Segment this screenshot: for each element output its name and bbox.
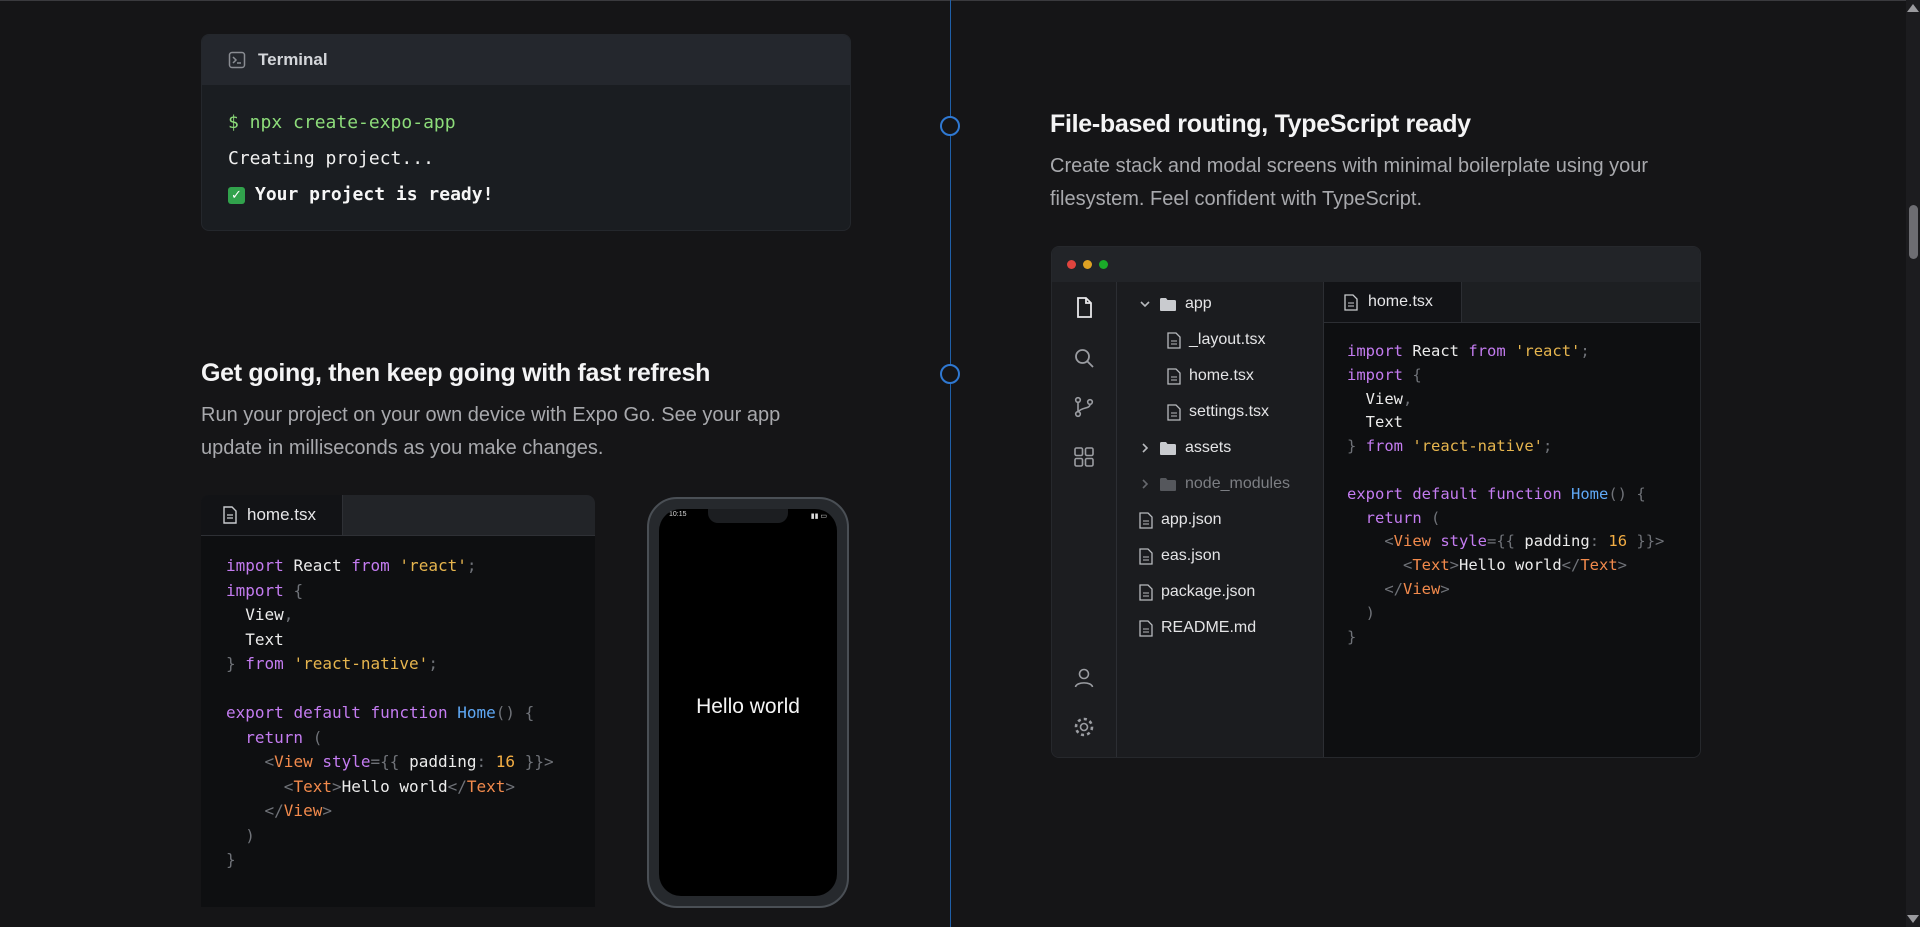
timeline-node [940,116,960,136]
section-description: Create stack and modal screens with mini… [1050,155,1649,210]
file-home[interactable]: home.tsx [1167,367,1254,385]
editor-tabbar: home.tsx [1324,282,1700,323]
file-icon [1139,619,1153,637]
ide-window: app _layout.tsx home.tsx settings.tsx as… [1051,246,1701,758]
folder-node-modules[interactable]: node_modules [1139,475,1290,493]
files-icon[interactable] [1072,296,1096,320]
section-heading: File-based routing, TypeScript ready [1050,110,1471,138]
status-time: 10:15 [669,511,687,518]
code-line: import { [1347,365,1422,384]
code-line: <Text>Hello world</Text> [1403,556,1628,575]
code-line: } from 'react-native'; [226,654,438,673]
code-line: Text [1365,413,1403,432]
editor-tab[interactable]: home.tsx [201,495,343,535]
file-settings[interactable]: settings.tsx [1167,403,1269,421]
chevron-right-icon [1142,443,1149,453]
file-package-json[interactable]: package.json [1139,583,1255,601]
file-icon [1139,547,1153,565]
section-description: Run your project on your own device with… [201,404,781,459]
code-line: import React from 'react'; [226,556,477,575]
code-line: <Text>Hello world</Text> [283,776,516,796]
settings-gear-icon[interactable] [1072,715,1096,739]
folder-icon [1160,297,1176,311]
code-line: return ( [245,727,323,747]
folder-icon [1160,477,1176,491]
activity-bar [1052,282,1117,757]
terminal-window: Terminal $ npx create-expo-app Creating … [201,34,851,231]
file-icon [1139,583,1153,601]
terminal-success-line: ✓ Your project is ready! [228,177,824,213]
file-explorer: app _layout.tsx home.tsx settings.tsx as… [1117,282,1324,757]
page-scrollbar[interactable] [1906,0,1920,927]
code-line: ) [245,825,255,845]
phone-mockup: 10:15 ▮▮ ▭ Hello world [647,497,849,908]
editor-tab[interactable]: home.tsx [1324,282,1462,322]
scrollbar-thumb[interactable] [1909,205,1918,259]
file-icon [1344,293,1358,311]
code-line: <View style={{ padding: 16 }}> [1384,532,1665,551]
close-window-dot[interactable] [1067,260,1076,269]
extensions-icon[interactable] [1072,445,1096,469]
code-editor: home.tsx import React from 'react'; impor… [201,495,595,907]
code-line: </View> [1384,579,1450,598]
file-readme[interactable]: README.md [1139,619,1256,637]
folder-icon [1160,441,1176,455]
code-block: import React from 'react'; import { View,… [201,536,595,873]
code-line: export default function Home() { [1347,484,1646,503]
ide-code-editor: home.tsx import React from 'react'; impor… [1324,282,1700,757]
code-line: </View> [264,801,332,820]
top-border [0,0,1906,1]
maximize-window-dot[interactable] [1099,260,1108,269]
chevron-right-icon [1142,479,1149,489]
file-eas-json[interactable]: eas.json [1139,547,1221,565]
code-line: return ( [1365,508,1441,527]
code-line: } [226,850,236,869]
battery-icon: ▮▮ ▭ [810,513,827,520]
code-line: import { [226,580,304,600]
code-line: Text [245,629,284,649]
folder-assets[interactable]: assets [1139,439,1231,457]
code-line: View, [245,605,294,624]
terminal-output: $ npx create-expo-app Creating project..… [202,85,850,230]
file-icon [1167,367,1181,385]
phone-screen: 10:15 ▮▮ ▭ Hello world [659,509,837,896]
section-heading: Get going, then keep going with fast ref… [201,359,711,387]
terminal-header: Terminal [202,35,850,85]
file-icon [1167,331,1181,349]
code-line: } from 'react-native'; [1347,437,1553,456]
file-icon [1167,403,1181,421]
terminal-command: $ npx create-expo-app [228,112,456,133]
code-line: import React from 'react'; [1347,342,1590,360]
chevron-down-icon [1140,301,1150,308]
phone-hello-text: Hello world [696,695,800,718]
code-line: ) [1365,603,1376,622]
scroll-down-arrow-icon[interactable] [1907,915,1919,923]
terminal-title: Terminal [258,50,328,69]
terminal-icon [228,51,246,69]
code-block: import React from 'react'; import { View,… [1324,323,1700,649]
check-icon: ✓ [228,187,245,204]
terminal-line: Creating project... [228,148,434,169]
editor-tabbar: home.tsx [201,495,595,536]
code-line: } [1347,627,1357,646]
minimize-window-dot[interactable] [1083,260,1092,269]
code-line: View, [1365,389,1413,408]
folder-app[interactable]: app [1139,295,1212,313]
timeline-node [940,364,960,384]
file-app-json[interactable]: app.json [1139,511,1222,529]
code-line: export default function Home() { [226,703,535,722]
window-titlebar [1052,247,1700,283]
account-icon[interactable] [1072,666,1096,690]
file-icon [1139,511,1153,529]
search-icon[interactable] [1072,346,1096,370]
phone-notch [708,509,788,523]
code-line: <View style={{ padding: 16 }}> [264,752,554,771]
timeline-line [950,0,951,927]
source-control-icon[interactable] [1072,395,1096,419]
file-icon [223,506,237,524]
file-layout[interactable]: _layout.tsx [1167,331,1265,349]
scroll-up-arrow-icon[interactable] [1907,4,1919,12]
